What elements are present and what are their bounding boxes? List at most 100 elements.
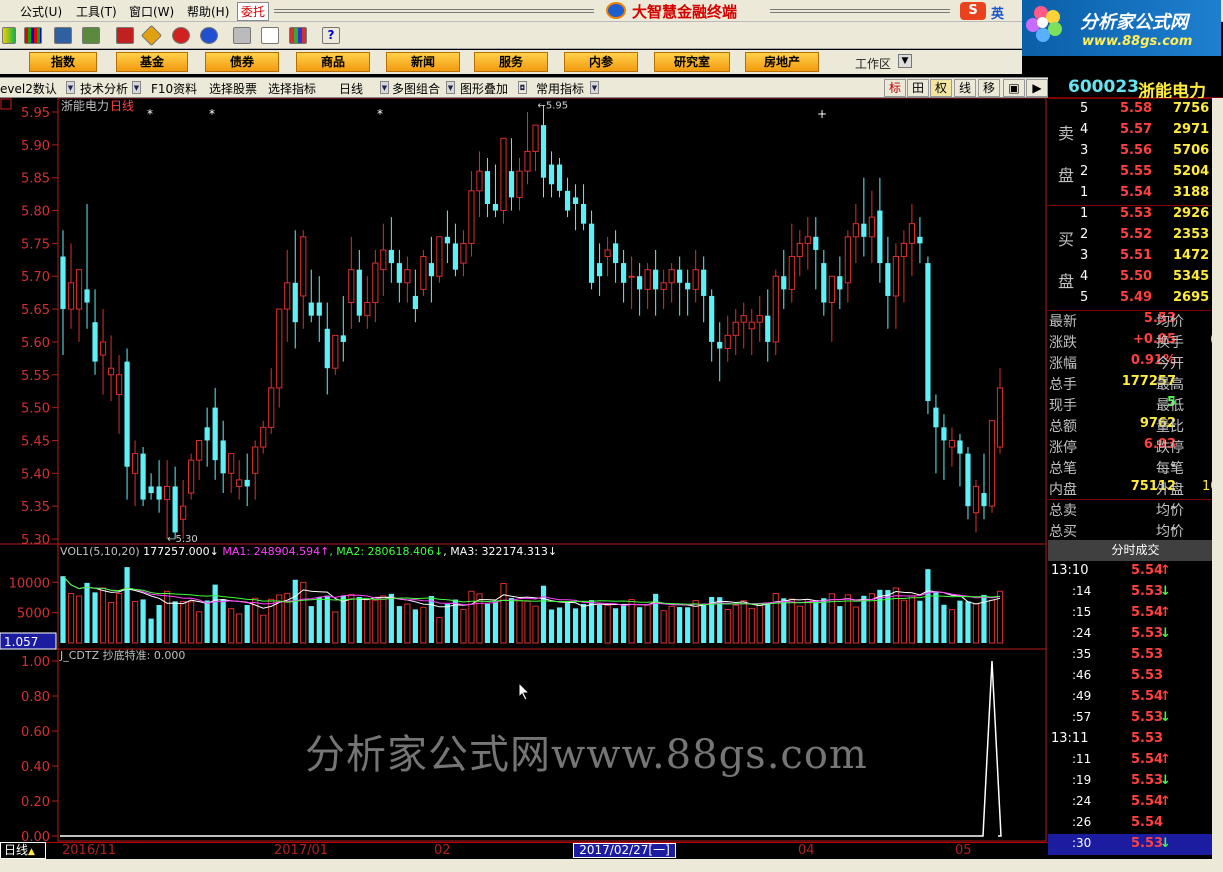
period-text: 日线 (4, 843, 29, 857)
mouse-cursor-icon (518, 682, 531, 701)
volume-bar-down (885, 590, 891, 643)
volume-bar-up (348, 593, 355, 644)
volume-bar-up (788, 598, 795, 644)
quote-label: 最新 (1049, 314, 1077, 330)
print-icon[interactable] (233, 27, 251, 44)
volume-bar-down (220, 599, 226, 643)
f10-menu[interactable]: F10资料 (151, 80, 197, 97)
rights-button[interactable]: 权 (930, 79, 952, 97)
nav-realestate[interactable]: 房地产 (745, 52, 819, 72)
nav-insider[interactable]: 内参 (564, 52, 638, 72)
nav-index[interactable]: 指数 (29, 52, 97, 72)
volume-bar-up (500, 583, 507, 644)
tick-time: :46 (1072, 668, 1092, 682)
sogou-icon[interactable]: S (960, 2, 986, 20)
grid-button[interactable]: 田 (907, 79, 929, 97)
common-indicator-menu[interactable]: 常用指标 (536, 80, 584, 97)
books-icon[interactable] (289, 27, 307, 44)
volume-bar-down (556, 607, 563, 643)
chart-icon[interactable] (116, 27, 134, 44)
candle-body-down (148, 486, 154, 494)
candle-body-down (685, 282, 691, 290)
orderbook-level: 1 (1080, 206, 1089, 221)
candle-body-up (228, 453, 235, 474)
nav-service[interactable]: 服务 (474, 52, 548, 72)
candle-body-up (196, 439, 203, 461)
chevron-down-icon[interactable]: ▼ (446, 81, 455, 94)
workarea-dropdown[interactable]: ▼ (898, 54, 912, 68)
date-label: 04 (798, 843, 815, 858)
volume-bar-down (965, 601, 971, 643)
period-label[interactable]: 日线▲ (0, 842, 46, 859)
orderbook-volume: 5706 (1173, 143, 1210, 158)
price-tick-label: 5.35 (21, 500, 50, 515)
price-tick-label: 5.90 (21, 139, 50, 154)
select-indicator-menu[interactable]: 选择指标 (268, 80, 316, 97)
candle-body-up (420, 256, 427, 290)
nav-fund[interactable]: 基金 (116, 52, 188, 72)
event-marker-icon: * (209, 107, 215, 121)
candle-body-down (540, 125, 547, 178)
chevron-down-icon[interactable]: ▼ (380, 81, 389, 94)
diamond-icon[interactable] (140, 24, 163, 47)
wt-button[interactable]: 委托 (237, 2, 270, 21)
volume-bar-up (804, 599, 811, 644)
nav-commodity[interactable]: 商品 (296, 52, 370, 72)
binocular-icon[interactable] (54, 27, 72, 44)
orderbook-volume: 2353 (1173, 227, 1210, 242)
vol-tick-label: 5000 (17, 607, 50, 622)
bars-icon[interactable] (24, 27, 42, 44)
multi-chart-menu[interactable]: 多图组合 (392, 80, 440, 97)
overlay-menu[interactable]: 图形叠加 (460, 80, 508, 97)
nav-bond[interactable]: 债券 (205, 52, 279, 72)
candle-body-down (492, 203, 499, 211)
menu-tools[interactable]: 工具(T) (76, 3, 117, 20)
zoom-icon[interactable]: ▣ (1003, 79, 1025, 97)
chevron-down-icon[interactable]: ▼ (132, 81, 141, 94)
select-stock-menu[interactable]: 选择股票 (209, 80, 257, 97)
period-menu[interactable]: 日线 (339, 80, 363, 97)
app-title: 大智慧金融终端 (632, 3, 738, 21)
candle-body-down (308, 302, 314, 316)
price-tick-label: 5.95 (21, 106, 50, 121)
menu-window[interactable]: 窗口(W) (129, 3, 174, 20)
toolbar-icon[interactable] (2, 27, 16, 44)
ime-mode[interactable]: 英 (991, 3, 1004, 22)
nav-research[interactable]: 研究室 (654, 52, 730, 72)
volume-bar-down (292, 579, 298, 643)
tick-time: 13:10 (1051, 563, 1089, 578)
tick-price: 5.53 (1131, 773, 1164, 788)
nav-news[interactable]: 新闻 (386, 52, 460, 72)
orderbook-price: 5.54 (1120, 185, 1153, 200)
next-icon[interactable]: ▶ (1026, 79, 1048, 97)
alert-icon[interactable] (172, 27, 190, 44)
candle-body-up (380, 249, 387, 271)
orderbook-price: 5.55 (1120, 164, 1153, 179)
ind-tick-label: 0.60 (21, 725, 50, 740)
volume-bar-down (596, 604, 603, 643)
candle-body-down (204, 427, 210, 441)
dollar-icon[interactable] (200, 27, 218, 44)
chevron-down-icon[interactable]: ▼ (590, 81, 599, 94)
move-button[interactable]: 移 (978, 79, 1000, 97)
tech-analysis-menu[interactable]: 技术分析 (80, 80, 128, 97)
level2-menu[interactable]: evel2数认 (0, 80, 57, 97)
volume-bar-up (188, 601, 195, 644)
volume-bar-down (428, 596, 434, 643)
info-icon[interactable] (82, 27, 100, 44)
candle-body-up (268, 387, 275, 428)
chevron-down-icon[interactable]: ▼ (66, 81, 75, 94)
menu-formula[interactable]: 公式(U) (20, 3, 62, 20)
mark-button[interactable]: 标 (884, 79, 906, 97)
candle-body-up (364, 302, 371, 317)
volume-bar-up (131, 600, 139, 644)
volume-bar-up (852, 606, 859, 644)
quote-label: 内盘 (1049, 482, 1077, 498)
help-cursor-icon[interactable]: ? (322, 27, 340, 44)
lock-icon[interactable]: ◘ (518, 81, 527, 94)
line-button[interactable]: 线 (954, 79, 976, 97)
layout-icon[interactable] (261, 27, 279, 44)
menu-help[interactable]: 帮助(H) (187, 3, 229, 20)
candle-body-down (508, 171, 515, 198)
scrollbar[interactable] (1212, 98, 1223, 859)
